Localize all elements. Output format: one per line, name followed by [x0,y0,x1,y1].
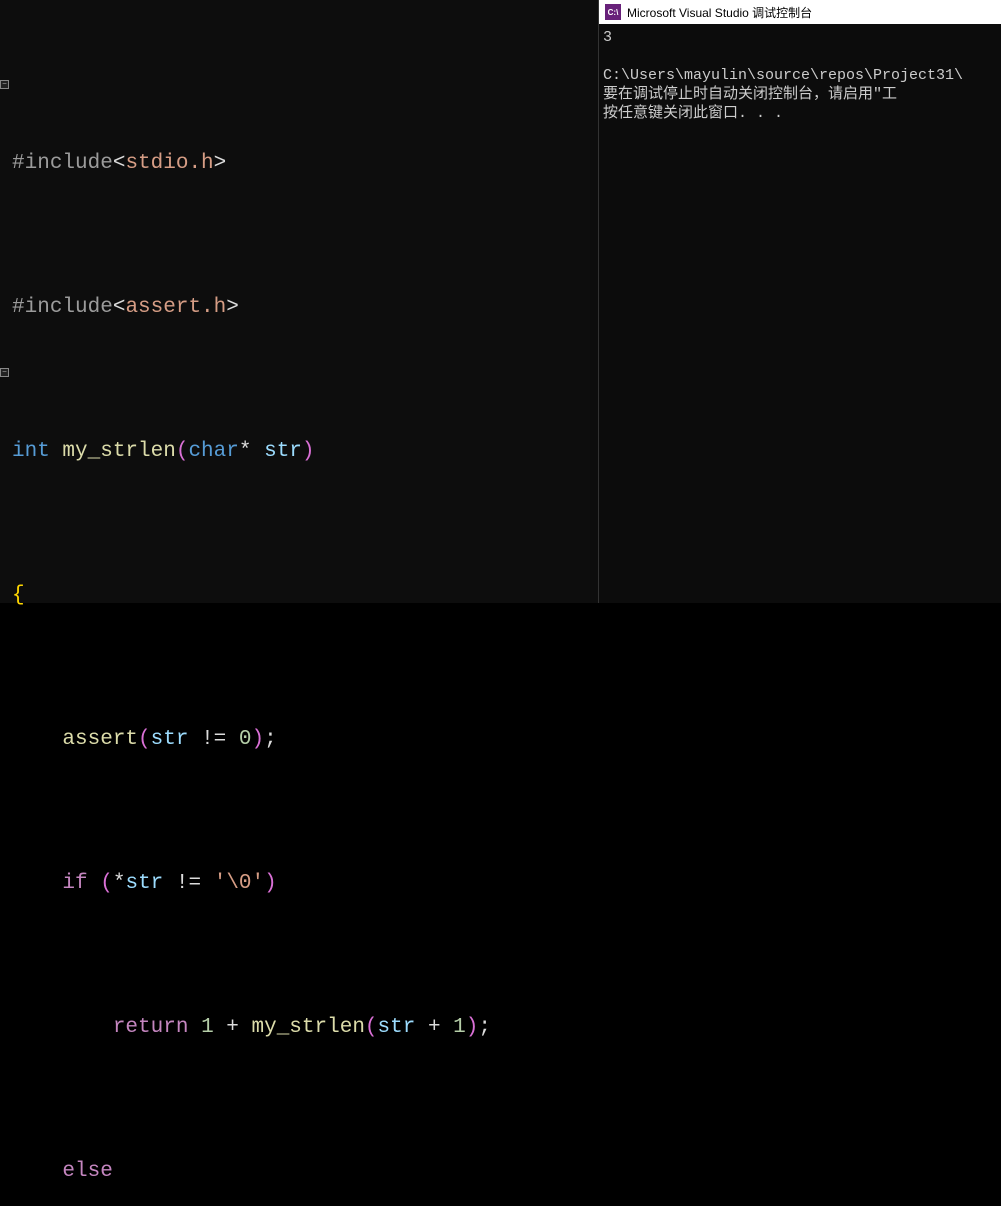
output-line: 3 [603,29,612,46]
code-line[interactable]: #include<assert.h> [0,290,598,326]
code-line[interactable]: else [0,1154,598,1190]
console-titlebar[interactable]: C:\ Microsoft Visual Studio 调试控制台 [599,0,1001,24]
vs-console-icon: C:\ [605,4,621,20]
console-title: Microsoft Visual Studio 调试控制台 [627,4,812,21]
output-line: C:\Users\mayulin\source\repos\Project31\ [603,67,963,84]
fold-gutter: − − [0,0,10,603]
console-output[interactable]: 3 C:\Users\mayulin\source\repos\Project3… [599,24,1001,603]
fold-marker-icon[interactable]: − [0,80,9,89]
code-editor[interactable]: − − #include<stdio.h> #include<assert.h>… [0,0,598,603]
code-line[interactable]: #include<stdio.h> [0,146,598,182]
output-line: 按任意键关闭此窗口. . . [603,105,783,122]
code-line[interactable]: { [0,578,598,614]
fold-marker-icon[interactable]: − [0,368,9,377]
code-line[interactable]: return 1 + my_strlen(str + 1); [0,1010,598,1046]
code-line[interactable]: if (*str != '\0') [0,866,598,902]
code-line[interactable]: int my_strlen(char* str) [0,434,598,470]
code-line[interactable]: assert(str != 0); [0,722,598,758]
output-line: 要在调试停止时自动关闭控制台，请启用"工 [603,86,897,103]
debug-console-window: C:\ Microsoft Visual Studio 调试控制台 3 C:\U… [598,0,1001,603]
